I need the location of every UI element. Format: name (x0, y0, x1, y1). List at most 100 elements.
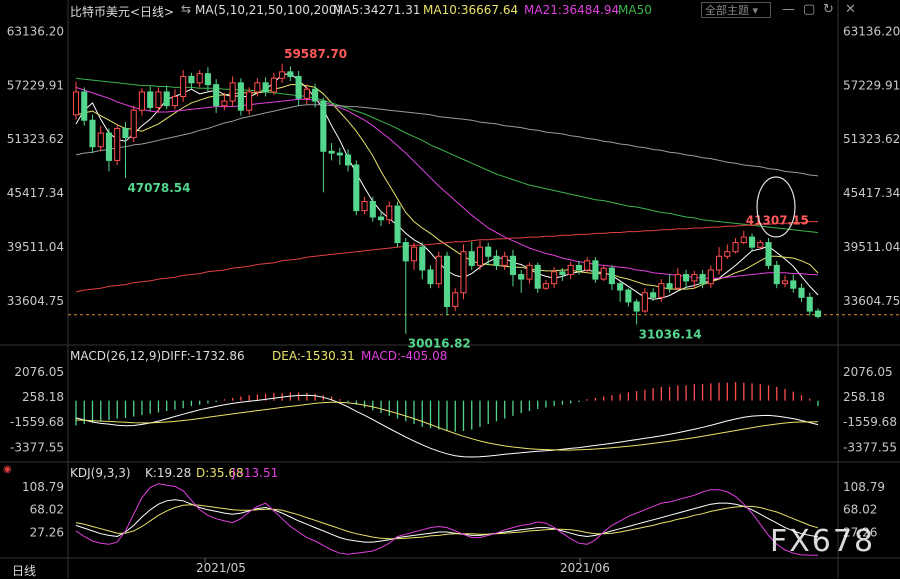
macd-ytick-left-3: -3377.55 (10, 440, 64, 454)
ma5-value: MA5:34271.31 (333, 3, 421, 17)
candle-body-86 (781, 280, 789, 285)
price-annotation-3: 41307.15 (746, 214, 809, 228)
macd-value: MACD:-405.08 (361, 349, 448, 363)
kdj-ytick-right-0: 108.79 (843, 480, 885, 494)
candle-body-70 (650, 292, 657, 298)
candle-body-48 (468, 251, 475, 266)
macd-diff: DIFF:-1732.86 (161, 349, 245, 363)
candle-body-30 (320, 100, 327, 152)
candle-body-61 (575, 264, 582, 271)
candle-body-81 (740, 236, 747, 244)
candle-body-22 (254, 82, 261, 93)
chevron-down-icon: ▾ (752, 4, 759, 17)
candle-body-28 (303, 88, 310, 99)
ma-line-ma100 (75, 104, 819, 177)
kdj-line-k (75, 499, 819, 543)
candle-body-90 (814, 310, 822, 318)
candle-body-83 (757, 242, 764, 248)
candle-body-49 (476, 246, 484, 266)
kdj-line-d (75, 504, 819, 540)
candle-body-55 (526, 264, 533, 280)
macd-title: MACD(26,12,9) (70, 349, 162, 363)
candle-body-64 (600, 267, 607, 280)
minimize-icon[interactable]: — (782, 2, 795, 17)
candle-body-24 (270, 77, 277, 93)
price-ytick-right-0: 63136.20 (843, 24, 900, 38)
candle-body-15 (196, 73, 203, 84)
candle-body-59 (559, 271, 566, 276)
macd-ytick-right-3: -3377.55 (843, 440, 897, 454)
x-tick-2021-05: 2021/05 (196, 561, 246, 575)
price-ytick-right-5: 33604.75 (843, 294, 900, 308)
macd-ytick-right-1: 258.18 (843, 390, 885, 404)
candle-body-69 (641, 292, 648, 312)
ma10-value: MA10:36667.64 (423, 3, 519, 17)
candle-body-32 (336, 152, 343, 156)
candle-body-38 (386, 205, 393, 221)
theme-select-label: 全部主题 (705, 4, 749, 17)
candle-body-57 (542, 283, 549, 289)
candle-body-44 (435, 255, 442, 285)
kdj-ytick-left-2: 27.26 (30, 525, 64, 539)
ma-params: MA(5,10,21,50,100,200) (195, 3, 342, 17)
candle-body-74 (683, 274, 690, 282)
close-icon[interactable]: ✕ (845, 2, 856, 17)
refresh-icon[interactable]: ↻ (823, 2, 834, 17)
candle-body-45 (443, 255, 451, 307)
candle-body-11 (163, 91, 170, 107)
candle-body-17 (213, 84, 220, 107)
candle-body-40 (402, 242, 409, 262)
price-ytick-left-2: 51323.62 (7, 132, 64, 146)
candle-body-0 (72, 91, 80, 116)
chart-canvas: 63136.20 63136.20 57229.91 57229.91 51323.62… (0, 0, 900, 578)
candle-body-88 (798, 287, 805, 298)
kdj-k: K:19.28 (145, 466, 192, 480)
candle-body-89 (806, 296, 813, 312)
macd-ytick-right-0: 2076.05 (843, 365, 893, 379)
candle-body-3 (97, 132, 104, 148)
maximize-icon[interactable]: ▢ (803, 2, 815, 17)
candle-body-51 (493, 255, 500, 266)
macd-ytick-left-1: 258.18 (22, 390, 64, 404)
candle-body-56 (534, 264, 541, 289)
candle-body-26 (287, 71, 294, 77)
record-icon[interactable]: ◉ (3, 464, 12, 475)
candle-body-54 (518, 274, 525, 280)
symbol-title[interactable]: 比特币美元<日线> (70, 3, 174, 20)
candle-body-27 (295, 75, 302, 99)
candle-body-75 (691, 274, 698, 282)
candle-body-29 (312, 88, 319, 102)
price-ytick-left-5: 33604.75 (7, 294, 64, 308)
period-label[interactable]: 日线 (12, 562, 36, 579)
candle-body-41 (410, 246, 418, 262)
candle-body-37 (377, 216, 385, 221)
candle-body-46 (452, 292, 459, 307)
theme-select[interactable]: 全部主题 ▾ (701, 2, 771, 18)
candle-body-18 (221, 100, 228, 107)
candle-body-77 (707, 269, 714, 285)
candle-body-58 (551, 271, 558, 285)
candle-body-7 (130, 109, 137, 139)
price-ytick-right-3: 45417.34 (843, 186, 900, 200)
candle-body-52 (501, 255, 508, 266)
candle-body-62 (584, 260, 591, 271)
candle-body-1 (81, 91, 88, 121)
kdj-ytick-left-1: 68.02 (30, 503, 64, 517)
settings-icon[interactable]: ⇆ (181, 2, 191, 16)
kdj-ytick-left-0: 108.79 (22, 480, 64, 494)
price-ytick-left-1: 57229.91 (7, 78, 64, 92)
ma-line-ma50 (75, 77, 819, 233)
candle-body-12 (171, 96, 178, 107)
price-ytick-right-1: 57229.91 (843, 78, 900, 92)
kdj-j: J:-13.51 (232, 466, 279, 480)
candle-body-84 (765, 242, 772, 266)
candle-body-65 (608, 267, 615, 285)
candle-body-82 (748, 236, 756, 248)
candle-body-19 (229, 82, 236, 102)
price-ytick-left-4: 39511.04 (7, 240, 64, 254)
candle-body-67 (625, 289, 632, 303)
candle-body-4 (105, 132, 113, 161)
candle-body-2 (89, 119, 96, 148)
candle-body-16 (204, 73, 211, 86)
watermark: FX678 (770, 524, 876, 559)
